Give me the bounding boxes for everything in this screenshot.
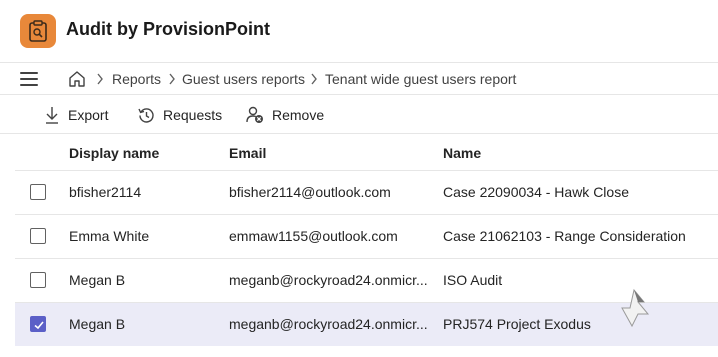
cell-name: PRJ574 Project Exodus [443, 316, 591, 332]
cell-email: bfisher2114@outlook.com [229, 184, 391, 200]
row-checkbox[interactable] [30, 184, 46, 200]
pointer-overlay-icon [621, 288, 650, 328]
requests-label: Requests [163, 107, 223, 123]
table-row-selected[interactable]: Megan B meganb@rockyroad24.onmicr... PRJ… [15, 302, 718, 346]
table-header: Display name Email Name [15, 135, 718, 170]
breadcrumb-item-current: Tenant wide guest users report [325, 71, 517, 87]
clipboard-audit-icon [20, 14, 56, 48]
remove-user-icon [246, 106, 263, 123]
cell-name: Case 22090034 - Hawk Close [443, 184, 629, 200]
row-checkbox[interactable] [30, 272, 46, 288]
table-row[interactable]: bfisher2114 bfisher2114@outlook.com Case… [15, 170, 718, 214]
cell-name: Case 21062103 - Range Consideration [443, 228, 686, 244]
breadcrumb-bar: Reports Guest users reports Tenant wide … [0, 62, 718, 95]
chevron-right-icon [97, 73, 103, 85]
column-header-display-name[interactable]: Display name [69, 145, 159, 161]
column-header-name[interactable]: Name [443, 145, 481, 161]
cell-display-name: bfisher2114 [69, 184, 142, 200]
guest-users-table: Display name Email Name bfisher2114 bfis… [15, 135, 718, 346]
row-checkbox[interactable] [30, 228, 46, 244]
hamburger-menu-icon[interactable] [20, 72, 38, 86]
app-header: Audit by ProvisionPoint [0, 0, 718, 62]
row-checkbox-checked[interactable] [30, 316, 46, 332]
app-title: Audit by ProvisionPoint [66, 19, 271, 39]
home-icon[interactable] [68, 70, 86, 88]
command-toolbar: Export Requests Remove [0, 96, 718, 134]
cell-email: meganb@rockyroad24.onmicr... [229, 316, 428, 332]
table-row[interactable]: Emma White emmaw1155@outlook.com Case 21… [15, 214, 718, 258]
export-label: Export [68, 107, 109, 123]
breadcrumb-item-reports[interactable]: Reports [112, 71, 161, 87]
cell-name: ISO Audit [443, 272, 503, 288]
history-icon [138, 107, 154, 123]
download-icon [46, 107, 58, 124]
export-button[interactable]: Export [44, 104, 108, 126]
checkmark-icon [34, 321, 44, 330]
remove-label: Remove [272, 107, 325, 123]
cell-email: meganb@rockyroad24.onmicr... [229, 272, 428, 288]
column-header-email[interactable]: Email [229, 145, 266, 161]
cell-display-name: Megan B [69, 316, 126, 332]
chevron-right-icon [311, 73, 317, 85]
cell-email: emmaw1155@outlook.com [229, 228, 398, 244]
cell-display-name: Emma White [69, 228, 150, 244]
remove-button[interactable]: Remove [246, 104, 324, 126]
cell-display-name: Megan B [69, 272, 126, 288]
requests-button[interactable]: Requests [138, 104, 222, 126]
table-row[interactable]: Megan B meganb@rockyroad24.onmicr... ISO… [15, 258, 718, 302]
chevron-right-icon [169, 73, 175, 85]
breadcrumb-item-guest-users-reports[interactable]: Guest users reports [182, 71, 305, 87]
